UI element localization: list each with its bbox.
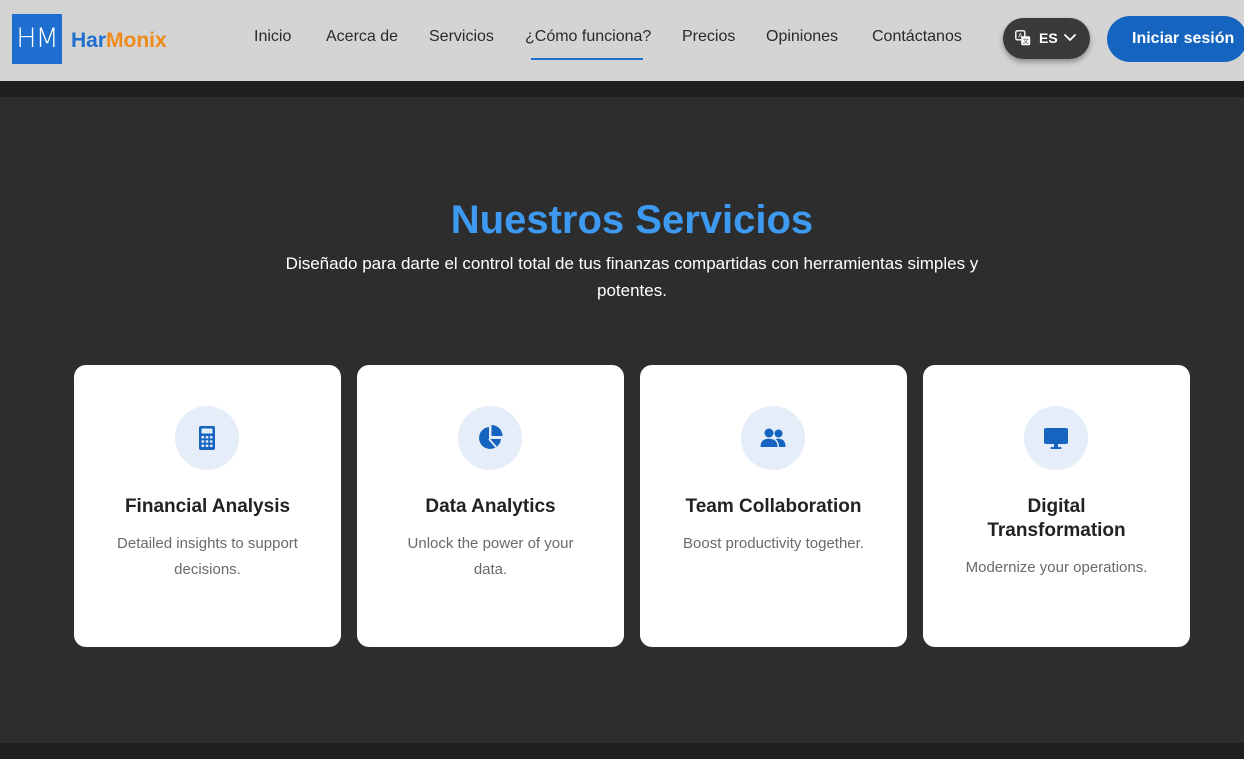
- card-title: Data Analytics: [425, 496, 556, 517]
- brand-name-part1: Har: [71, 29, 107, 52]
- card-title: Team Collaboration: [685, 496, 862, 517]
- pie-chart-icon: [479, 425, 503, 449]
- brand-name[interactable]: HarMonix: [71, 28, 167, 54]
- section-subtitle: Diseñado para darte el control total de …: [285, 254, 979, 300]
- card-title: Financial Analysis: [124, 496, 291, 517]
- card-title: Digital Transformation: [987, 496, 1126, 541]
- nav-como-funciona[interactable]: ¿Cómo funciona?: [525, 26, 651, 48]
- nav-acerca-de[interactable]: Acerca de: [326, 26, 398, 48]
- language-code: ES: [1039, 30, 1058, 46]
- language-selector[interactable]: A 文 ES: [1003, 18, 1090, 59]
- section-bottom-divider: [0, 743, 1244, 759]
- icon-badge: [175, 406, 239, 470]
- brand-name-part2: Monix: [106, 29, 167, 52]
- icon-badge: [741, 406, 805, 470]
- chevron-down-icon: [1064, 34, 1076, 41]
- icon-badge: [458, 406, 522, 470]
- nav-precios[interactable]: Precios: [682, 26, 735, 48]
- card-description: Unlock the power of your data.: [407, 535, 574, 578]
- svg-text:文: 文: [1023, 37, 1029, 45]
- icon-badge: [1024, 406, 1088, 470]
- service-card-team-collaboration[interactable]: Team Collaboration Boost productivity to…: [640, 365, 907, 647]
- service-card-data-analytics[interactable]: Data Analytics Unlock the power of your …: [357, 365, 624, 647]
- card-description: Boost productivity together.: [683, 535, 864, 552]
- nav-opiniones[interactable]: Opiniones: [766, 26, 838, 48]
- monitor-icon: [1044, 428, 1068, 449]
- section-title: Nuestros Servicios: [450, 198, 814, 242]
- users-icon: [760, 428, 786, 447]
- service-card-digital-transformation[interactable]: Digital Transformation Modernize your op…: [923, 365, 1190, 647]
- header-divider: [0, 81, 1244, 97]
- nav-active-indicator: [531, 58, 643, 60]
- services-section: Nuestros Servicios Diseñado para darte e…: [0, 97, 1244, 743]
- nav-servicios[interactable]: Servicios: [429, 26, 494, 48]
- logo[interactable]: HM: [12, 14, 62, 64]
- card-description: Detailed insights to support decisions.: [117, 535, 298, 578]
- nav-contactanos[interactable]: Contáctanos: [872, 26, 962, 48]
- service-card-financial-analysis[interactable]: Financial Analysis Detailed insights to …: [74, 365, 341, 647]
- calculator-icon: [199, 426, 215, 450]
- login-button[interactable]: Iniciar sesión: [1107, 16, 1244, 62]
- site-header: HM HarMonix Inicio Acerca de Servicios ¿…: [0, 0, 1244, 81]
- card-description: Modernize your operations.: [965, 559, 1148, 576]
- nav-inicio[interactable]: Inicio: [254, 26, 291, 48]
- translate-icon: A 文: [1015, 30, 1031, 45]
